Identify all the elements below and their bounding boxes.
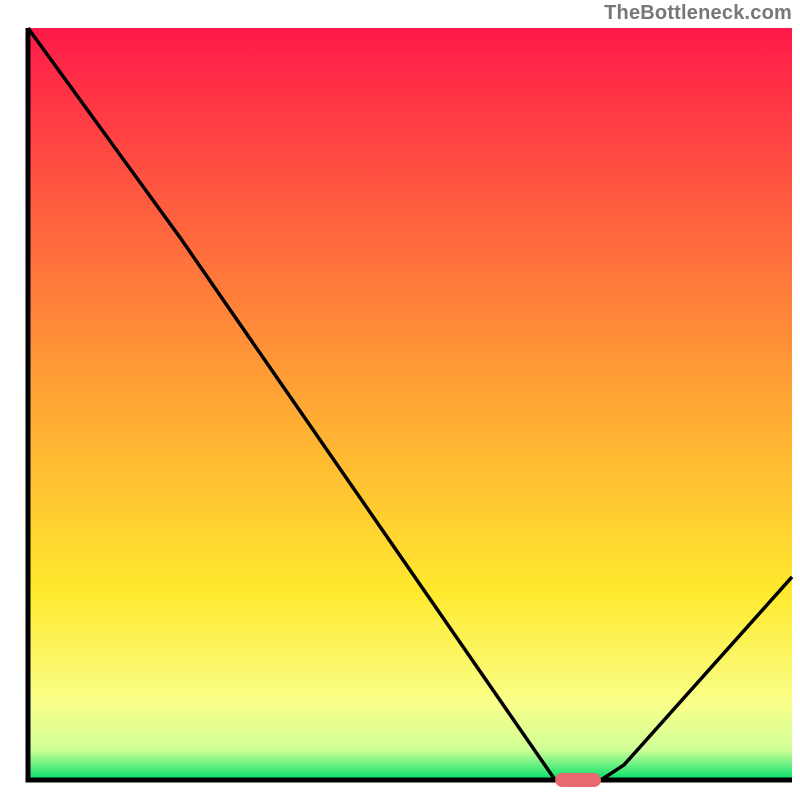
chart-background [28,28,792,780]
chart-container: TheBottleneck.com [0,0,800,800]
attribution-label: TheBottleneck.com [604,2,792,25]
bottleneck-chart [0,0,800,800]
optimum-marker [555,773,601,787]
